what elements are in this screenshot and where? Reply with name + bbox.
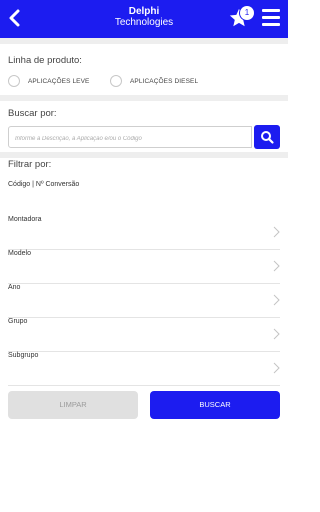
filter-label: Filtrar por: bbox=[8, 159, 52, 170]
radio-label: APLICAÇÕES DIESEL bbox=[130, 77, 199, 85]
chevron-right-icon bbox=[273, 362, 280, 374]
chevron-right-icon bbox=[273, 294, 280, 306]
filter-row-label: Subgrupo bbox=[8, 352, 39, 359]
section-divider bbox=[0, 95, 288, 101]
filter-row-label: Montadora bbox=[8, 216, 42, 223]
section-divider bbox=[0, 152, 288, 158]
filter-row-subgrupo[interactable]: Subgrupo bbox=[8, 352, 280, 386]
chevron-right-icon bbox=[273, 328, 280, 340]
filter-row-montadora[interactable]: Montadora bbox=[8, 216, 280, 250]
app-header: Delphi Technologies 1 bbox=[0, 0, 288, 38]
hamburger-icon bbox=[262, 9, 280, 12]
search-button[interactable]: BUSCAR bbox=[150, 391, 280, 419]
filter-row-modelo[interactable]: Modelo bbox=[8, 250, 280, 284]
code-filter-label[interactable]: Código | Nº Conversão bbox=[8, 181, 79, 188]
radio-label: APLICAÇÕES LEVE bbox=[28, 77, 90, 85]
filter-row-label: Grupo bbox=[8, 318, 28, 325]
search-input[interactable] bbox=[9, 129, 251, 149]
filter-row-label: Modelo bbox=[8, 250, 31, 257]
radio-circle[interactable] bbox=[8, 75, 20, 87]
filter-row-ano[interactable]: Ano bbox=[8, 284, 280, 318]
radio-aplicacoes-diesel[interactable]: APLICAÇÕES DIESEL bbox=[110, 74, 198, 88]
search-label: Buscar por: bbox=[8, 108, 57, 119]
menu-button[interactable] bbox=[262, 9, 282, 27]
clear-button[interactable]: LIMPAR bbox=[8, 391, 138, 419]
product-line-label: Linha de produto: bbox=[8, 55, 82, 66]
favorites-count-badge: 1 bbox=[240, 6, 254, 20]
radio-aplicacoes-leve[interactable]: APLICAÇÕES LEVE bbox=[8, 74, 89, 88]
search-submit-button[interactable] bbox=[254, 125, 280, 149]
filter-row-grupo[interactable]: Grupo bbox=[8, 318, 280, 352]
search-field[interactable] bbox=[8, 126, 252, 149]
section-divider bbox=[0, 38, 288, 44]
filter-row-label: Ano bbox=[8, 284, 21, 291]
chevron-right-icon bbox=[273, 226, 280, 238]
radio-circle[interactable] bbox=[110, 75, 122, 87]
chevron-right-icon bbox=[273, 260, 280, 272]
search-icon bbox=[261, 131, 274, 144]
